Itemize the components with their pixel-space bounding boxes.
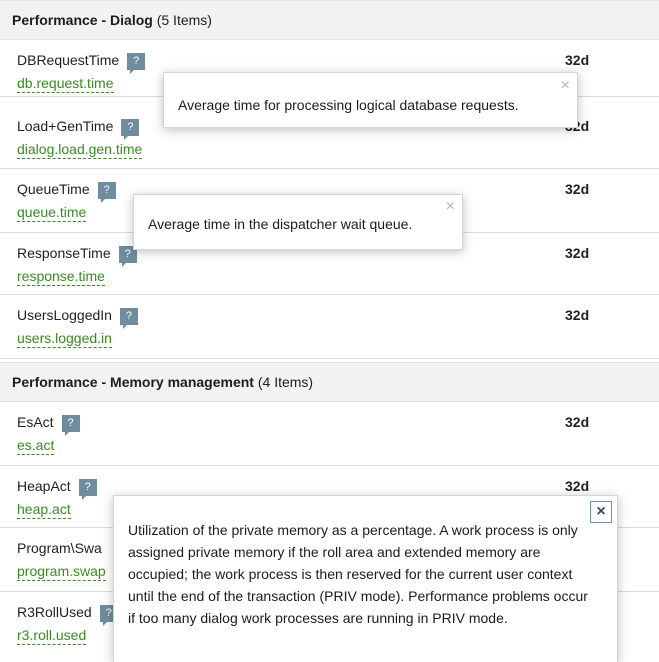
help-icon[interactable]: ? [121,119,140,140]
tooltip-db-request-time: × Average time for processing logical da… [163,72,578,128]
item-key-link[interactable]: users.logged.in [17,330,112,348]
item-period: 32d [565,478,590,494]
help-icon[interactable]: ? [127,53,146,74]
help-icon[interactable]: ? [97,182,116,203]
tooltip-queue-time: × Average time in the dispatcher wait qu… [133,194,463,250]
item-name: ResponseTime? [17,245,137,267]
item-key-link[interactable]: response.time [17,268,105,286]
section-header-memory-management: Performance - Memory management (4 Items… [0,362,659,402]
tooltip-text: Utilization of the private memory as a p… [128,522,588,626]
section-title: Performance - Memory management [12,374,254,390]
item-key-link[interactable]: program.swap [17,563,106,581]
section-count: (4 Items) [257,374,314,390]
item-name: QueueTime? [17,181,116,203]
item-period: 32d [565,414,590,430]
section-title: Performance - Dialog [12,12,153,28]
item-period: 32d [565,245,590,261]
item-key-link[interactable]: dialog.load.gen.time [17,141,143,159]
item-name: UsersLoggedIn? [17,307,138,329]
section-header-performance-dialog: Performance - Dialog (5 Items) [0,0,659,40]
item-row-esact: EsAct? es.act 32d [0,402,659,466]
item-key-link[interactable]: heap.act [17,501,71,519]
item-name: Program\Swa [17,540,102,556]
help-icon[interactable]: ? [119,308,138,329]
help-icon[interactable]: ? [78,479,97,500]
item-name: HeapAct? [17,478,97,500]
close-icon[interactable]: × [446,199,455,215]
item-period: 32d [565,52,590,68]
tooltip-text: Average time for processing logical data… [178,97,519,113]
close-icon[interactable]: × [561,78,570,94]
section-count: (5 Items) [156,12,212,28]
item-name: DBRequestTime? [17,52,146,74]
item-period: 32d [565,307,590,323]
help-icon[interactable]: ? [61,415,80,436]
tooltip-text: Average time in the dispatcher wait queu… [148,216,413,232]
item-key-link[interactable]: es.act [17,437,55,455]
item-period: 32d [565,181,590,197]
item-name: R3RollUsed? [17,604,118,626]
item-row-usersloggedin: UsersLoggedIn? users.logged.in 32d [0,295,659,359]
item-name: Load+GenTime? [17,118,140,140]
item-key-link[interactable]: r3.roll.used [17,627,87,645]
item-key-link[interactable]: db.request.time [17,75,114,93]
item-name: EsAct? [17,414,80,436]
item-key-link[interactable]: queue.time [17,204,87,222]
tooltip-heap-act: × Utilization of the private memory as a… [113,495,618,662]
